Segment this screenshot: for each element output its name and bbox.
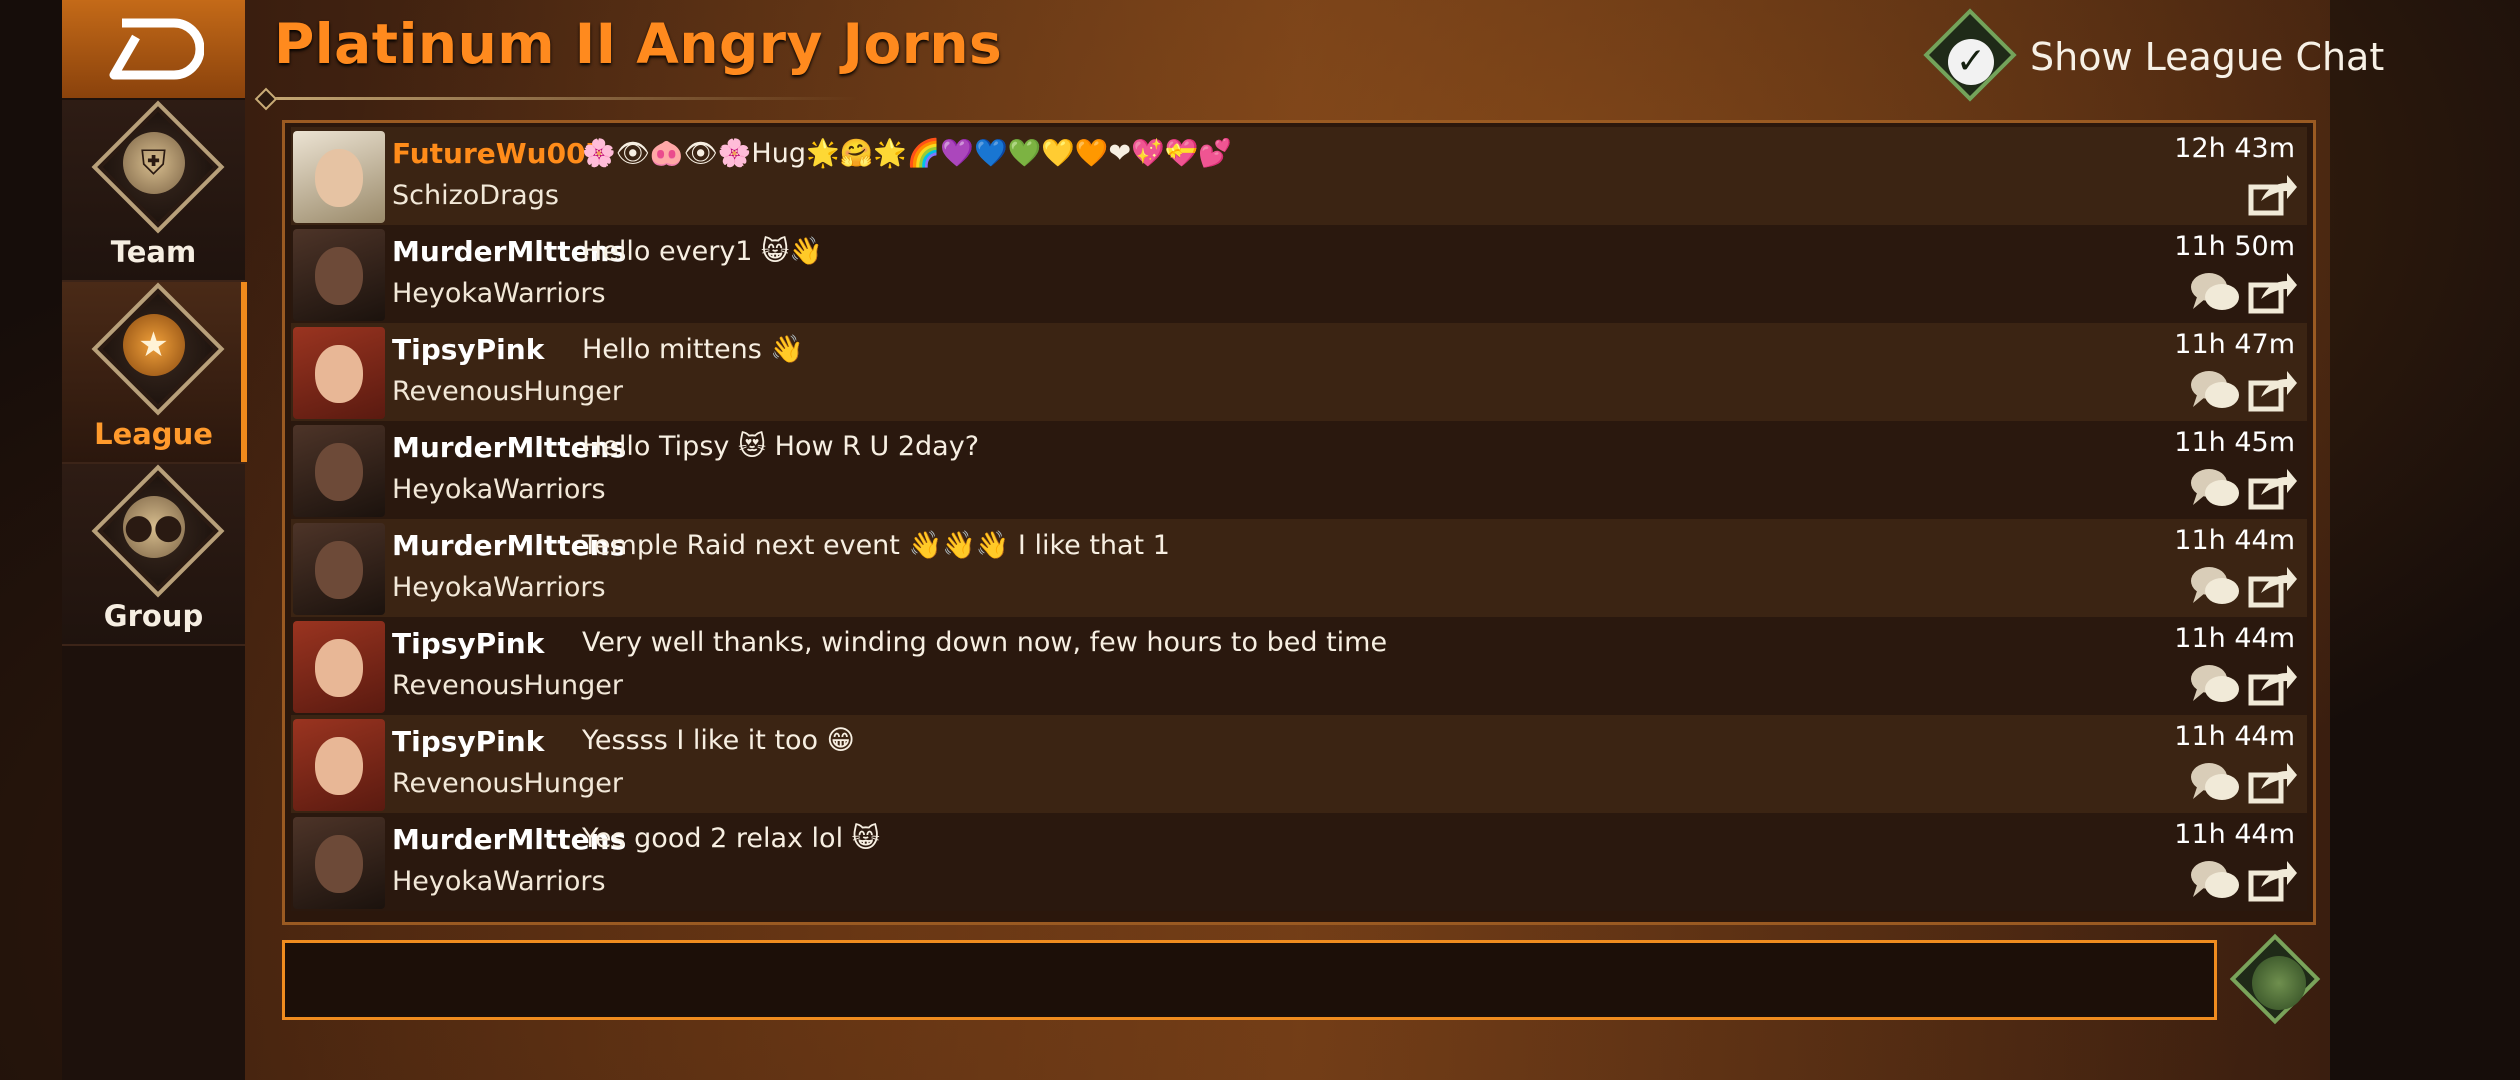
page-title: Platinum II Angry Jorns bbox=[274, 12, 1003, 76]
show-league-chat-label: Show League Chat bbox=[2030, 35, 2385, 79]
sidebar-item-label: Group bbox=[103, 599, 204, 633]
avatar[interactable] bbox=[293, 719, 385, 811]
share-icon[interactable] bbox=[2247, 857, 2299, 903]
share-icon[interactable] bbox=[2247, 563, 2299, 609]
message-text: Temple Raid next event 👋👋👋 I like that 1 bbox=[582, 530, 1170, 561]
sidebar-item-team[interactable]: ⛨ Team bbox=[62, 100, 245, 282]
share-icon[interactable] bbox=[2247, 759, 2299, 805]
chat-message-input[interactable] bbox=[282, 940, 2217, 1020]
message-team: RevenousHunger bbox=[392, 376, 623, 407]
chat-message-row: MurderMlttens HeyokaWarriors Temple Raid… bbox=[291, 519, 2307, 617]
avatar[interactable] bbox=[293, 425, 385, 517]
message-timestamp: 11h 47m bbox=[2174, 329, 2295, 360]
message-username[interactable]: FutureWu007 bbox=[392, 137, 605, 170]
share-icon[interactable] bbox=[2247, 465, 2299, 511]
share-icon[interactable] bbox=[2247, 661, 2299, 707]
shield-people-icon: ⛨ bbox=[122, 132, 185, 194]
message-team: SchizoDrags bbox=[392, 180, 559, 211]
reply-bubble-icon[interactable] bbox=[2189, 367, 2241, 413]
message-timestamp: 12h 43m bbox=[2174, 133, 2295, 164]
reply-bubble-icon[interactable] bbox=[2189, 759, 2241, 805]
message-username[interactable]: TipsyPink bbox=[392, 333, 544, 366]
avatar[interactable] bbox=[293, 327, 385, 419]
message-timestamp: 11h 44m bbox=[2174, 721, 2295, 752]
chat-message-row: MurderMlttens HeyokaWarriors Hello Tipsy… bbox=[291, 421, 2307, 519]
reply-bubble-icon[interactable] bbox=[2189, 661, 2241, 707]
chat-message-row: TipsyPink RevenousHunger Yessss I like i… bbox=[291, 715, 2307, 813]
avatar[interactable] bbox=[293, 817, 385, 909]
message-team: RevenousHunger bbox=[392, 768, 623, 799]
message-username[interactable]: TipsyPink bbox=[392, 725, 544, 758]
message-username[interactable]: TipsyPink bbox=[392, 627, 544, 660]
message-timestamp: 11h 44m bbox=[2174, 623, 2295, 654]
chat-message-row: MurderMlttens HeyokaWarriors Yes good 2 … bbox=[291, 813, 2307, 911]
avatar[interactable] bbox=[293, 131, 385, 223]
avatar[interactable] bbox=[293, 523, 385, 615]
sidebar-item-label: Team bbox=[110, 235, 197, 269]
message-text: Yes good 2 relax lol 😸 bbox=[582, 823, 880, 854]
chat-message-row: MurderMlttens HeyokaWarriors Hello every… bbox=[291, 225, 2307, 323]
reply-bubble-icon[interactable] bbox=[2189, 465, 2241, 511]
message-team: HeyokaWarriors bbox=[392, 572, 606, 603]
reply-bubble-icon[interactable] bbox=[2189, 269, 2241, 315]
chat-message-row: TipsyPink RevenousHunger Hello mittens 👋… bbox=[291, 323, 2307, 421]
message-timestamp: 11h 50m bbox=[2174, 231, 2295, 262]
share-icon[interactable] bbox=[2247, 367, 2299, 413]
message-text: Very well thanks, winding down now, few … bbox=[582, 627, 1388, 658]
message-team: RevenousHunger bbox=[392, 670, 623, 701]
message-team: HeyokaWarriors bbox=[392, 278, 606, 309]
reply-bubble-icon[interactable] bbox=[2189, 563, 2241, 609]
back-button[interactable] bbox=[62, 0, 245, 98]
message-team: HeyokaWarriors bbox=[392, 474, 606, 505]
message-text: Yessss I like it too 😁 bbox=[582, 725, 855, 756]
message-team: HeyokaWarriors bbox=[392, 866, 606, 897]
message-text: 🌸👁🐽👁🌸Hug🌟🤗🌟🌈💜💙💚💛🧡❤💖💝💕 bbox=[582, 138, 1233, 169]
share-icon[interactable] bbox=[2247, 171, 2299, 217]
message-text: Hello Tipsy 😻 How R U 2day? bbox=[582, 431, 980, 462]
sidebar-item-group[interactable]: ●● Group bbox=[62, 464, 245, 646]
share-icon[interactable] bbox=[2247, 269, 2299, 315]
back-arrow-icon bbox=[109, 18, 204, 80]
message-timestamp: 11h 44m bbox=[2174, 525, 2295, 556]
message-text: Hello mittens 👋 bbox=[582, 334, 804, 365]
message-timestamp: 11h 45m bbox=[2174, 427, 2295, 458]
chat-message-row: TipsyPink RevenousHunger Very well thank… bbox=[291, 617, 2307, 715]
sidebar-item-label: League bbox=[94, 417, 213, 451]
reply-bubble-icon[interactable] bbox=[2189, 857, 2241, 903]
title-divider bbox=[258, 97, 858, 100]
checkmark-icon[interactable]: ✓ bbox=[1948, 39, 1994, 85]
trophy-icon: ★ bbox=[122, 314, 185, 376]
chat-message-list[interactable]: FutureWu007 SchizoDrags 🌸👁🐽👁🌸Hug🌟🤗🌟🌈💜💙💚💛… bbox=[282, 120, 2316, 925]
avatar[interactable] bbox=[293, 621, 385, 713]
send-chat-icon[interactable] bbox=[2252, 956, 2306, 1010]
message-text: Hello every1 😸👋 bbox=[582, 236, 823, 267]
avatar[interactable] bbox=[293, 229, 385, 321]
sidebar-item-league[interactable]: ★ League bbox=[62, 282, 247, 464]
message-timestamp: 11h 44m bbox=[2174, 819, 2295, 850]
chat-message-row: FutureWu007 SchizoDrags 🌸👁🐽👁🌸Hug🌟🤗🌟🌈💜💙💚💛… bbox=[291, 127, 2307, 225]
group-icon: ●● bbox=[122, 496, 185, 558]
